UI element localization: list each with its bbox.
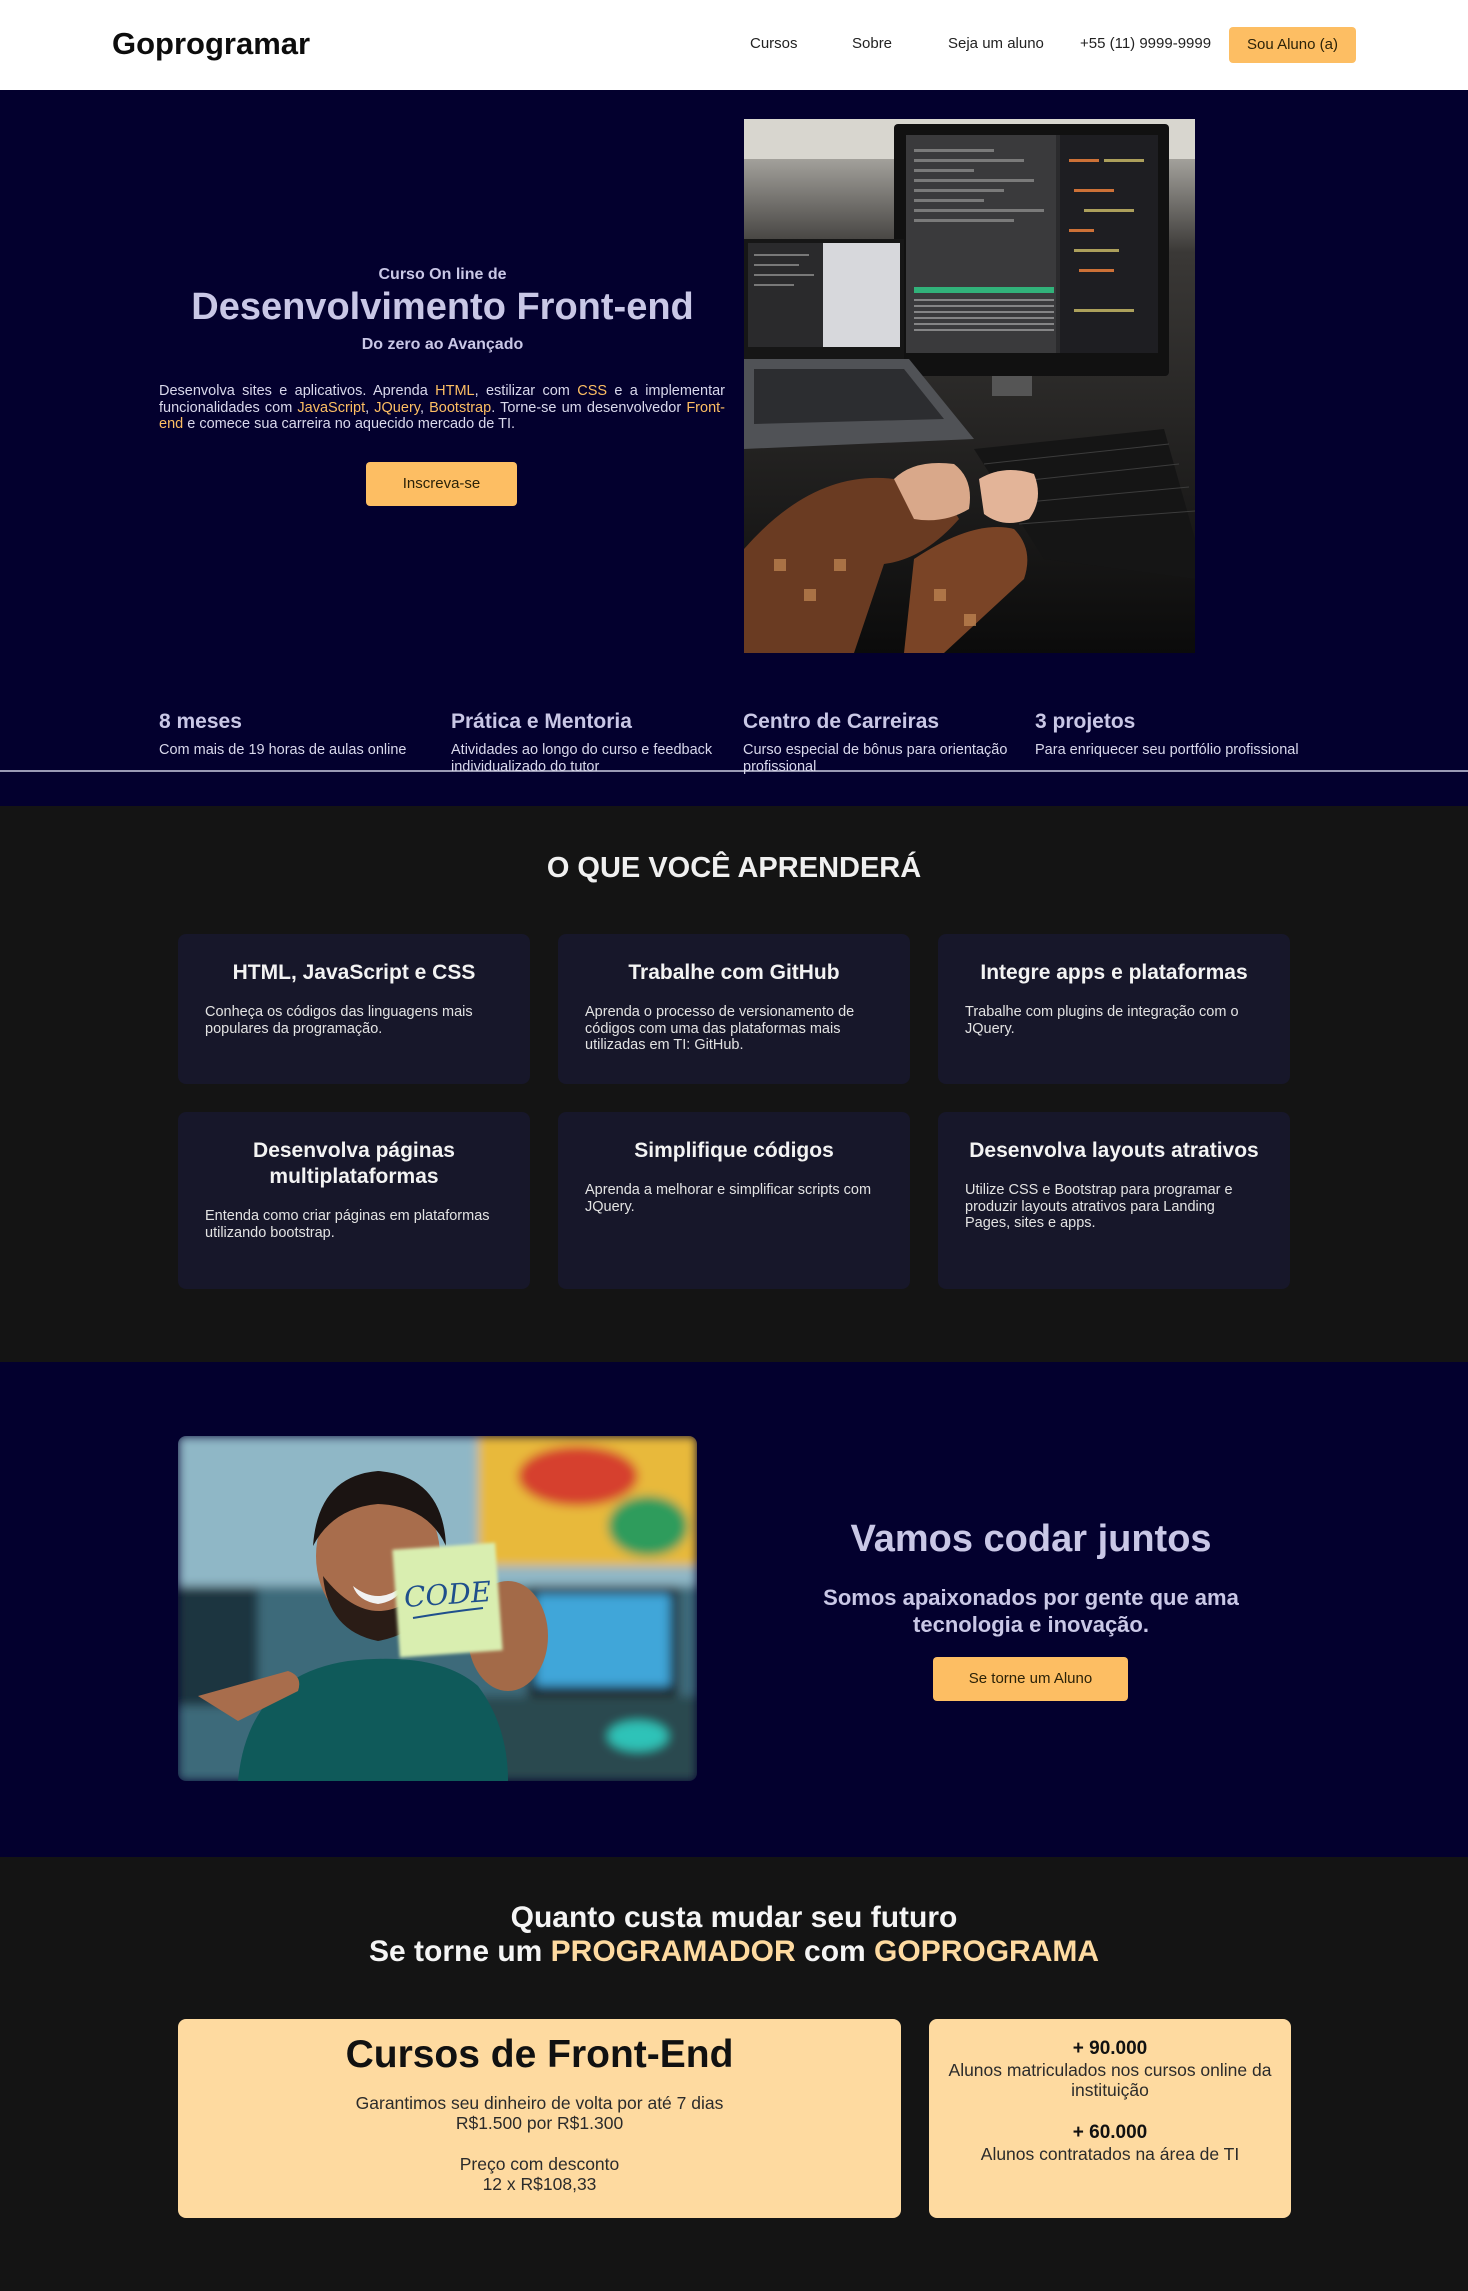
learn-card-desc: Aprenda o processo de versionamento de c… xyxy=(585,1004,855,1053)
learn-card-desc: Aprenda a melhorar e simplificar scripts… xyxy=(585,1182,872,1215)
nav-link-sobre[interactable]: Sobre xyxy=(852,35,892,52)
learn-card-desc: Conheça os códigos das linguagens mais p… xyxy=(205,1004,473,1037)
site-logo[interactable]: Goprogramar xyxy=(112,26,310,62)
codar-title: Vamos codar juntos xyxy=(850,1518,1212,1560)
feature-item: Prática e Mentoria Atividades ao longo d… xyxy=(451,710,736,775)
feature-desc: Atividades ao longo do curso e feedback … xyxy=(451,742,713,775)
learn-card-title: Integre apps e plataformas xyxy=(980,961,1248,984)
nav-link-phone[interactable]: +55 (11) 9999-9999 xyxy=(1080,35,1211,52)
learn-card-title: Desenvolva páginas multiplataformas xyxy=(253,1139,455,1188)
learn-card-title: Trabalhe com GitHub xyxy=(628,961,840,984)
pricing-heading: Quanto custa mudar seu futuro xyxy=(510,1901,958,1934)
stat-text: Alunos contratados na área de TI xyxy=(980,2144,1240,2164)
feature-desc: Para enriquecer seu portfólio profission… xyxy=(1035,742,1299,758)
installments: 12 x R$108,33 xyxy=(482,2174,597,2194)
learn-card-title: Simplifique códigos xyxy=(634,1139,834,1162)
price-card: Cursos de Front-End Garantimos seu dinhe… xyxy=(178,2019,901,2218)
pricing-section: Quanto custa mudar seu futuro Se torne u… xyxy=(0,1857,1468,2291)
feature-title: 3 projetos xyxy=(1035,710,1136,733)
guarantee-text: Garantimos seu dinheiro de volta por até… xyxy=(355,2093,724,2113)
learn-card: Trabalhe com GitHub Aprenda o processo d… xyxy=(558,934,910,1084)
stat-text: Alunos matriculados nos cursos online da… xyxy=(948,2060,1272,2100)
hero-title: Desenvolvimento Front-end xyxy=(191,286,694,328)
se-torne-aluno-button[interactable]: Se torne um Aluno xyxy=(933,1657,1128,1701)
stat-number: + 90.000 xyxy=(1072,2038,1148,2059)
learn-card-title: HTML, JavaScript e CSS xyxy=(232,961,476,984)
nav-link-seja-aluno[interactable]: Seja um aluno xyxy=(948,35,1044,52)
discount-label: Preço com desconto xyxy=(459,2154,620,2174)
learn-card-desc: Trabalhe com plugins de integração com o… xyxy=(965,1004,1239,1037)
feature-desc: Com mais de 19 horas de aulas online xyxy=(159,742,407,758)
feature-item: 8 meses Com mais de 19 horas de aulas on… xyxy=(159,710,444,759)
nav-link-cursos[interactable]: Cursos xyxy=(750,35,798,52)
codar-subtitle: Somos apaixonados por gente que ama tecn… xyxy=(823,1585,1239,1637)
learn-title: O QUE VOCÊ APRENDERÁ xyxy=(546,852,922,884)
stats-card: + 90.000 Alunos matriculados nos cursos … xyxy=(929,2019,1291,2218)
feature-title: Prática e Mentoria xyxy=(451,710,632,733)
learn-card-desc: Entenda como criar páginas em plataforma… xyxy=(205,1208,490,1241)
learn-card: HTML, JavaScript e CSS Conheça os código… xyxy=(178,934,530,1084)
feature-desc: Curso especial de bônus para orientação … xyxy=(743,742,1008,775)
hero-image xyxy=(744,119,1195,653)
developer-photo: CODE xyxy=(178,1436,697,1781)
learn-card: Desenvolva layouts atrativos Utilize CSS… xyxy=(938,1112,1290,1289)
feature-item: Centro de Carreiras Curso especial de bô… xyxy=(743,710,1028,775)
learn-card: Simplifique códigos Aprenda a melhorar e… xyxy=(558,1112,910,1289)
feature-title: Centro de Carreiras xyxy=(743,710,940,733)
price-change: R$1.500 por R$1.300 xyxy=(455,2113,624,2133)
stat-number: + 60.000 xyxy=(1072,2122,1148,2143)
learn-card: Integre apps e plataformas Trabalhe com … xyxy=(938,934,1290,1084)
feature-item: 3 projetos Para enriquecer seu portfólio… xyxy=(1035,710,1320,759)
pricing-subheading: Se torne um PROGRAMADOR com GOPROGRAMA xyxy=(368,1935,1100,1968)
learn-card-title: Desenvolva layouts atrativos xyxy=(969,1139,1259,1162)
hero-section: Curso On line de Desenvolvimento Front-e… xyxy=(0,90,1468,806)
sou-aluno-button[interactable]: Sou Aluno (a) xyxy=(1229,27,1356,63)
codar-section: CODE Vamos codar juntos Somos apaixonado… xyxy=(0,1362,1468,1857)
course-title: Cursos de Front-End xyxy=(345,2033,734,2076)
learn-card-desc: Utilize CSS e Bootstrap para programar e… xyxy=(965,1182,1233,1231)
hero-subtitle: Do zero ao Avançado xyxy=(361,336,524,353)
site-header: Goprogramar Cursos Sobre Seja um aluno +… xyxy=(0,0,1468,90)
inscreva-se-button[interactable]: Inscreva-se xyxy=(366,462,517,506)
learn-card: Desenvolva páginas multiplataformas Ente… xyxy=(178,1112,530,1289)
learn-section: O QUE VOCÊ APRENDERÁ HTML, JavaScript e … xyxy=(0,806,1468,1362)
hero-description: Desenvolva sites e aplicativos. Aprenda … xyxy=(159,383,725,432)
feature-title: 8 meses xyxy=(159,710,242,733)
hero-pretitle: Curso On line de xyxy=(378,266,507,283)
